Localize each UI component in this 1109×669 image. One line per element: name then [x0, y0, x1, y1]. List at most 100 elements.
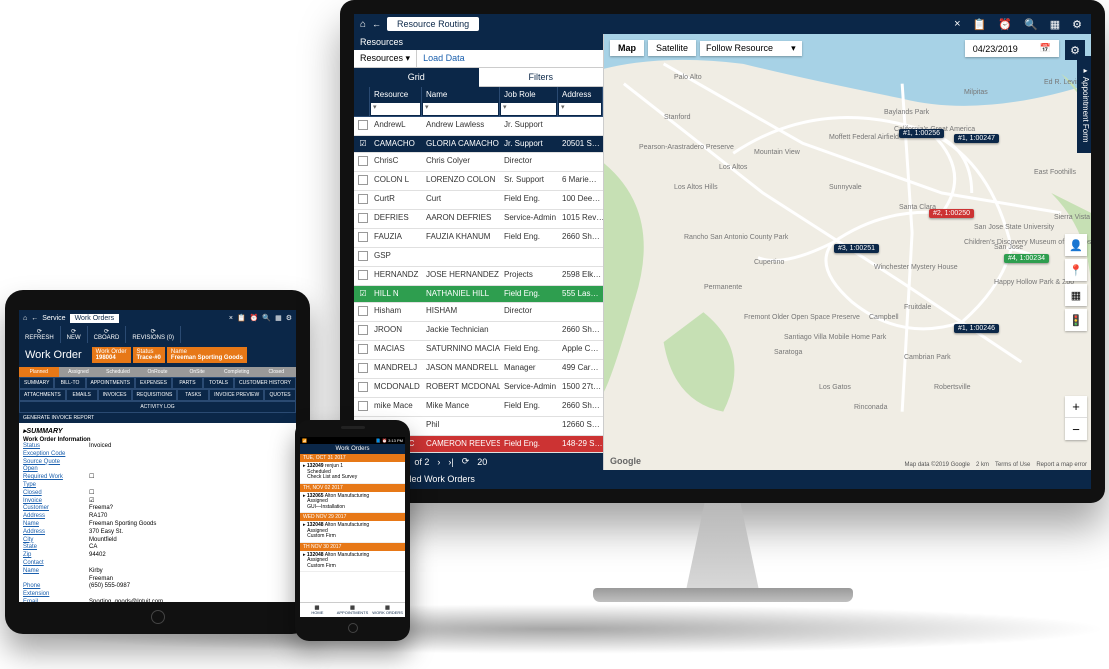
home-icon[interactable]: ⌂: [360, 19, 366, 30]
map-pin[interactable]: #3, 1:00251: [834, 244, 879, 253]
alarm-icon[interactable]: ⏰: [995, 18, 1015, 31]
tablet-home-button[interactable]: [151, 610, 165, 624]
nav-appointments[interactable]: ⬛APPOINTMENTS: [335, 603, 371, 617]
tab-expenses[interactable]: EXPENSES: [135, 377, 172, 389]
gear-icon[interactable]: ⚙: [286, 314, 292, 322]
table-row[interactable]: ☑HILL NNATHANIEL HILLField Eng.555 Las…: [354, 286, 603, 303]
date-picker[interactable]: 04/23/2019📅: [965, 40, 1059, 57]
cboard-button[interactable]: ⟳CBOARD: [88, 326, 127, 343]
pager-next[interactable]: ›: [437, 457, 440, 467]
table-row[interactable]: HERNANDZJOSE HERNANDEZProjects2598 Elk…: [354, 267, 603, 286]
work-order-item[interactable]: ▸ 132048 Alton Manufacturing Assigned Cu…: [300, 521, 405, 543]
pager-refresh-icon[interactable]: ⟳: [462, 456, 470, 467]
progress-step[interactable]: OnSite: [177, 367, 217, 377]
tab-summary[interactable]: SUMMARY: [19, 377, 54, 389]
table-row[interactable]: CurtRCurtField Eng.100 Dee…: [354, 191, 603, 210]
table-row[interactable]: ChrisCChris ColyerDirector: [354, 153, 603, 172]
work-order-item[interactable]: ▸ 132049 renjun 1 Scheduled Check List a…: [300, 462, 405, 484]
table-row[interactable]: ☑CAMACHOGLORIA CAMACHOJr. Support20501 S…: [354, 136, 603, 153]
appointment-form-dock[interactable]: ▸ Appointment Form: [1077, 56, 1091, 153]
load-data-button[interactable]: Load Data: [416, 50, 471, 67]
grid-tab[interactable]: Grid: [354, 68, 479, 87]
map-view[interactable]: Palo AltoFour OaksStanfordMilpitasMounta…: [604, 34, 1091, 470]
nav-home[interactable]: ⬛HOME: [300, 603, 335, 617]
work-orders-tab[interactable]: Work Orders: [70, 314, 120, 323]
tab-parts[interactable]: PARTS: [172, 377, 203, 389]
apps-icon[interactable]: ▦: [1047, 18, 1063, 31]
alarm-icon[interactable]: ⏰: [250, 314, 259, 322]
clipboard-icon[interactable]: 📋: [237, 314, 246, 322]
map-pin[interactable]: #1, 1:00246: [954, 324, 999, 333]
search-icon[interactable]: 🔍: [1021, 18, 1041, 31]
tab-bill-to[interactable]: BILL-TO: [54, 377, 85, 389]
person-icon[interactable]: 👤: [1065, 234, 1087, 256]
tab-quotes[interactable]: QUOTES: [264, 389, 296, 401]
table-row[interactable]: HishamHISHAMDirector: [354, 303, 603, 322]
filters-tab[interactable]: Filters: [479, 68, 604, 87]
work-order-item[interactable]: ▸ 132065 Alton Manufacturing Assigned GU…: [300, 492, 405, 514]
resources-dropdown[interactable]: Resources ▾: [354, 50, 416, 67]
satellite-button[interactable]: Satellite: [648, 40, 696, 56]
close-icon[interactable]: ×: [229, 315, 233, 322]
routing-tab[interactable]: Resource Routing: [387, 17, 479, 31]
progress-step[interactable]: Assigned: [59, 367, 99, 377]
nav-work-orders[interactable]: ⬛WORK ORDERS: [370, 603, 405, 617]
table-row[interactable]: MCDONALDROBERT MCDONALDService-Admin1500…: [354, 379, 603, 398]
home-icon[interactable]: ⌂: [23, 315, 27, 322]
zoom-out-button[interactable]: −: [1065, 418, 1087, 440]
tab-requisitions[interactable]: REQUISITIONS: [132, 389, 178, 401]
tab-invoices[interactable]: INVOICES: [98, 389, 132, 401]
new-button[interactable]: ⟳NEW: [61, 326, 88, 343]
map-place-label: Sunnyvale: [829, 184, 862, 191]
filter-row[interactable]: ▾▾ ▾▾: [354, 102, 603, 117]
table-row[interactable]: mike MaceMike ManceField Eng.2660 Sh…: [354, 398, 603, 417]
work-order-item[interactable]: ▸ 132048 Alton Manufacturing Assigned Cu…: [300, 551, 405, 573]
tab-customer-history[interactable]: CUSTOMER HISTORY: [234, 377, 296, 389]
resources-panel: Resources Resources ▾ Load Data Grid Fil…: [354, 34, 604, 470]
map-button[interactable]: Map: [610, 40, 644, 56]
progress-step[interactable]: Planned: [19, 367, 59, 377]
layers-icon[interactable]: ▦: [1065, 284, 1087, 306]
apps-icon[interactable]: ▦: [275, 314, 282, 322]
table-row[interactable]: MANDRELJJASON MANDRELLManager499 Car…: [354, 360, 603, 379]
progress-step[interactable]: Completing: [217, 367, 257, 377]
refresh-button[interactable]: ⟳REFRESH: [19, 326, 61, 343]
table-row[interactable]: AndrewLAndrew LawlessJr. Support: [354, 117, 603, 136]
back-icon[interactable]: ←: [372, 19, 381, 29]
tab-appointments[interactable]: APPOINTMENTS: [86, 377, 135, 389]
progress-step[interactable]: Closed: [256, 367, 296, 377]
table-row[interactable]: GSP: [354, 248, 603, 267]
progress-step[interactable]: OnRoute: [138, 367, 178, 377]
generate-invoice-button[interactable]: GENERATE INVOICE REPORT: [19, 413, 296, 423]
tab-totals[interactable]: TOTALS: [203, 377, 234, 389]
revisions-button[interactable]: ⟳REVISIONS (0): [126, 326, 181, 343]
unscheduled-panel-header[interactable]: ▸ Unscheduled Work Orders: [354, 470, 1091, 489]
follow-resource-dropdown[interactable]: Follow Resource▾: [700, 41, 802, 56]
field-row: Exception Code: [23, 451, 292, 459]
tab-activity-log[interactable]: ACTIVITY LOG: [19, 401, 296, 413]
tab-invoice-preview[interactable]: INVOICE PREVIEW: [209, 389, 264, 401]
map-pin[interactable]: #1, 1:00256: [899, 129, 944, 138]
clipboard-icon[interactable]: 📋: [970, 18, 990, 31]
map-pin[interactable]: #1, 1:00247: [954, 134, 999, 143]
zoom-in-button[interactable]: +: [1065, 396, 1087, 418]
map-pin[interactable]: #4, 1:00234: [1004, 254, 1049, 263]
table-row[interactable]: FAUZIAFAUZIA KHANUMField Eng.2660 Sh…: [354, 229, 603, 248]
table-row[interactable]: JROONJackie Technician2660 Sh…: [354, 322, 603, 341]
back-icon[interactable]: ←: [31, 315, 38, 322]
table-row[interactable]: MACIASSATURNINO MACIASField Eng.Apple C…: [354, 341, 603, 360]
search-icon[interactable]: 🔍: [262, 314, 271, 322]
tab-tasks[interactable]: TASKS: [177, 389, 209, 401]
gear-icon[interactable]: ⚙: [1069, 18, 1085, 31]
close-icon[interactable]: ×: [951, 18, 963, 30]
table-row[interactable]: DEFRIESAARON DEFRIESService-Admin1015 Re…: [354, 210, 603, 229]
traffic-icon[interactable]: 🚦: [1065, 309, 1087, 331]
tab-emails[interactable]: EMAILS: [66, 389, 98, 401]
map-pin[interactable]: #2, 1:00250: [929, 209, 974, 218]
marker-icon[interactable]: 📍: [1065, 259, 1087, 281]
progress-step[interactable]: Scheduled: [98, 367, 138, 377]
table-row[interactable]: COLON LLORENZO COLONSr. Support6 Marie…: [354, 172, 603, 191]
tab-attachments[interactable]: ATTACHMENTS: [19, 389, 66, 401]
pager-last[interactable]: ›|: [448, 457, 453, 467]
phone-home-button[interactable]: [348, 623, 358, 633]
